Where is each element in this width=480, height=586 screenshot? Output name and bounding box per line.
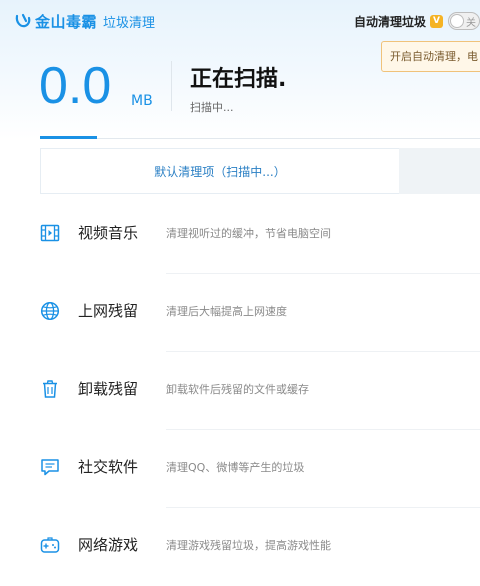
list-item-web-residue[interactable]: 上网残留 清理后大幅提高上网速度: [0, 274, 480, 352]
tab-default-clean[interactable]: 默认清理项（扫描中...）: [40, 148, 399, 194]
scan-progress-track: [40, 138, 480, 139]
trash-icon: [43, 380, 57, 398]
list-item-title: 上网残留: [78, 302, 139, 320]
vip-badge: V: [430, 14, 443, 28]
list-item-desc: 卸载软件后残留的文件或缓存: [166, 383, 309, 396]
video-icon: [40, 224, 60, 242]
list-item-desc: 清理视听过的缓冲，节省电脑空间: [166, 227, 331, 240]
globe-icon: [40, 301, 60, 321]
brand: 金山毒霸 垃圾清理: [14, 10, 155, 32]
auto-clean-control: 自动清理垃圾 V 关: [354, 10, 480, 32]
scan-status-title: 正在扫描.: [190, 67, 287, 92]
category-tabs: 默认清理项（扫描中...）: [40, 148, 480, 194]
auto-clean-toggle[interactable]: 关: [448, 12, 480, 30]
list-item-title: 社交软件: [78, 458, 139, 476]
list-item-uninstall-residue[interactable]: 卸载残留 卸载软件后残留的文件或缓存: [0, 352, 480, 430]
tab-other[interactable]: [399, 148, 480, 194]
list-item-desc: 清理QQ、微博等产生的垃圾: [166, 461, 305, 474]
list-item-title: 视频音乐: [78, 224, 139, 242]
list-item-online-games[interactable]: 网络游戏 清理游戏残留垃圾，提高游戏性能: [0, 508, 480, 586]
junk-size-value: 0.0: [39, 57, 112, 115]
kingsoft-logo-icon: [15, 13, 31, 28]
list-item-desc: 清理游戏残留垃圾，提高游戏性能: [166, 539, 331, 552]
scan-progress-fill: [40, 136, 97, 139]
list-item-title: 卸载残留: [78, 380, 139, 398]
list-item-video-music[interactable]: 视频音乐 清理视听过的缓冲，节省电脑空间: [0, 196, 480, 274]
toggle-state-text: 关: [466, 18, 476, 29]
list-item-desc: 清理后大幅提高上网速度: [166, 305, 287, 318]
list-item-title: 网络游戏: [78, 536, 139, 554]
toggle-knob: [450, 14, 464, 28]
divider: [171, 61, 172, 111]
list-item-social-software[interactable]: 社交软件 清理QQ、微博等产生的垃圾: [0, 430, 480, 508]
auto-clean-tooltip: 开启自动清理，电: [381, 41, 480, 72]
gamepad-icon: [40, 537, 60, 553]
brand-subtitle: 垃圾清理: [103, 15, 156, 31]
scan-status-subtitle: 扫描中...: [190, 101, 234, 114]
chat-icon: [41, 459, 59, 476]
junk-size-unit: MB: [131, 93, 153, 109]
brand-name: 金山毒霸: [35, 12, 98, 31]
auto-clean-label: 自动清理垃圾: [353, 14, 426, 29]
